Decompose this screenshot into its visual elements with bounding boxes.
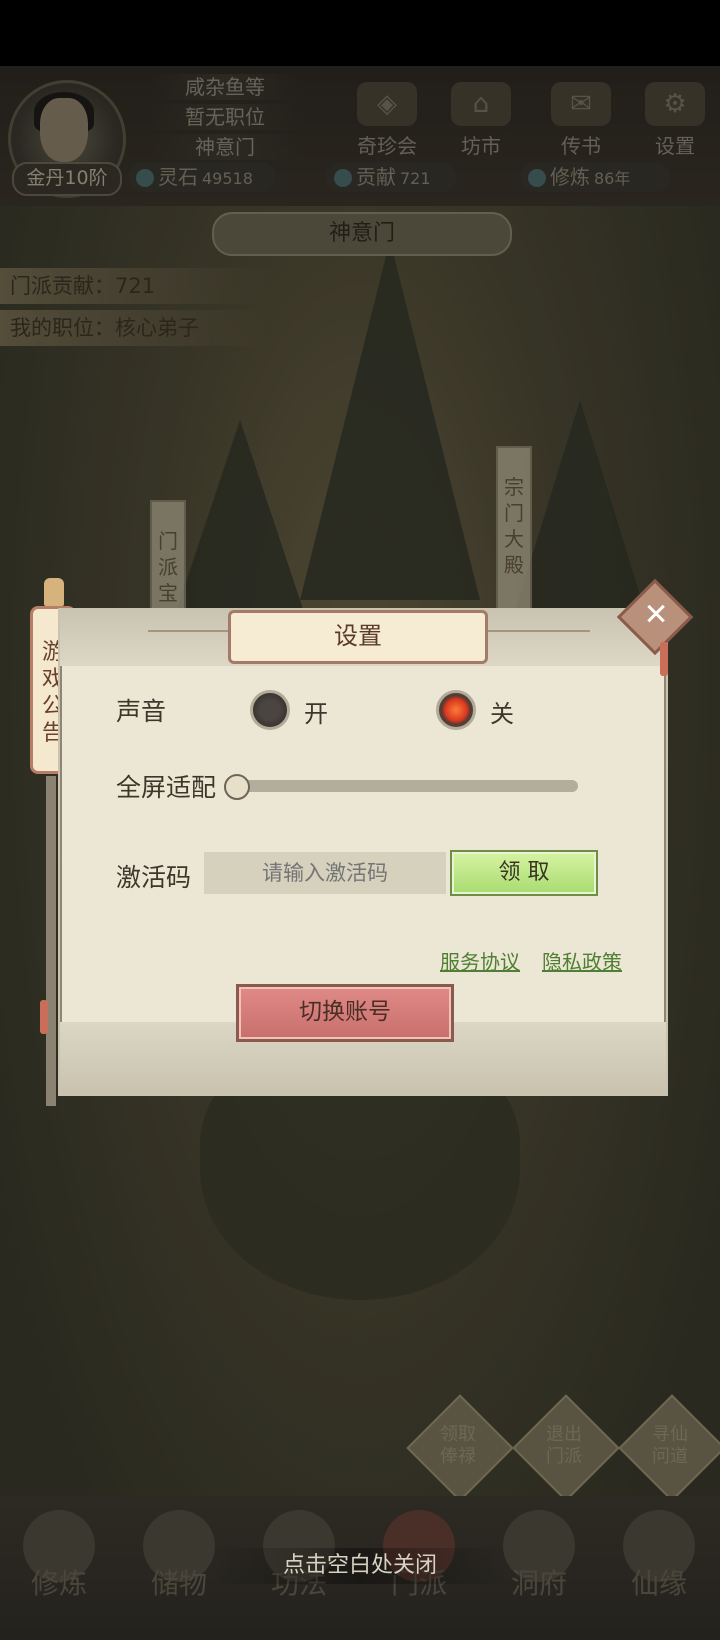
seek-immortal-label: 寻仙 问道 — [652, 1424, 688, 1467]
nav-fate[interactable]: 仙缘 — [604, 1510, 714, 1630]
status-bar — [0, 0, 720, 66]
close-icon: ✕ — [643, 597, 669, 633]
claim-button[interactable]: 领 取 — [450, 850, 598, 896]
sound-on-radio[interactable] — [250, 690, 290, 730]
sound-off-radio[interactable] — [436, 690, 476, 730]
nav-cultivate-label: 修炼 — [30, 1567, 87, 1600]
title-ornament-left — [148, 630, 230, 632]
fullscreen-slider-track[interactable] — [238, 780, 578, 792]
sound-on-label: 开 — [304, 700, 328, 728]
activation-code-input[interactable] — [204, 852, 446, 894]
service-agreement-link[interactable]: 服务协议 — [440, 946, 520, 975]
fullscreen-label: 全屏适配 — [116, 773, 217, 802]
settings-dialog: 设置 ✕ 声音 开 关 全屏适配 激活码 领 取 服务协议 隐私政策 切换账号 — [58, 578, 694, 1096]
notice-cap — [44, 578, 64, 606]
dialog-title: 设置 — [228, 610, 488, 664]
nav-cultivate[interactable]: 修炼 — [4, 1510, 114, 1630]
leave-sect-label: 退出 门派 — [546, 1424, 582, 1467]
notice-rod — [46, 776, 56, 1106]
sound-label: 声音 — [116, 697, 167, 726]
switch-account-button[interactable]: 切换账号 — [236, 984, 454, 1042]
fullscreen-slider-handle[interactable] — [224, 774, 250, 800]
privacy-policy-link[interactable]: 隐私政策 — [542, 946, 622, 975]
claim-salary-label: 领取 俸禄 — [440, 1424, 476, 1467]
tap-to-close-hint: 点击空白处关闭 — [210, 1548, 510, 1584]
nav-fate-label: 仙缘 — [630, 1567, 687, 1600]
title-ornament-right — [480, 630, 590, 632]
close-tassel — [660, 642, 668, 676]
notice-tassel — [40, 1000, 48, 1034]
sound-off-label: 关 — [490, 700, 514, 728]
activation-code-label: 激活码 — [116, 863, 192, 892]
